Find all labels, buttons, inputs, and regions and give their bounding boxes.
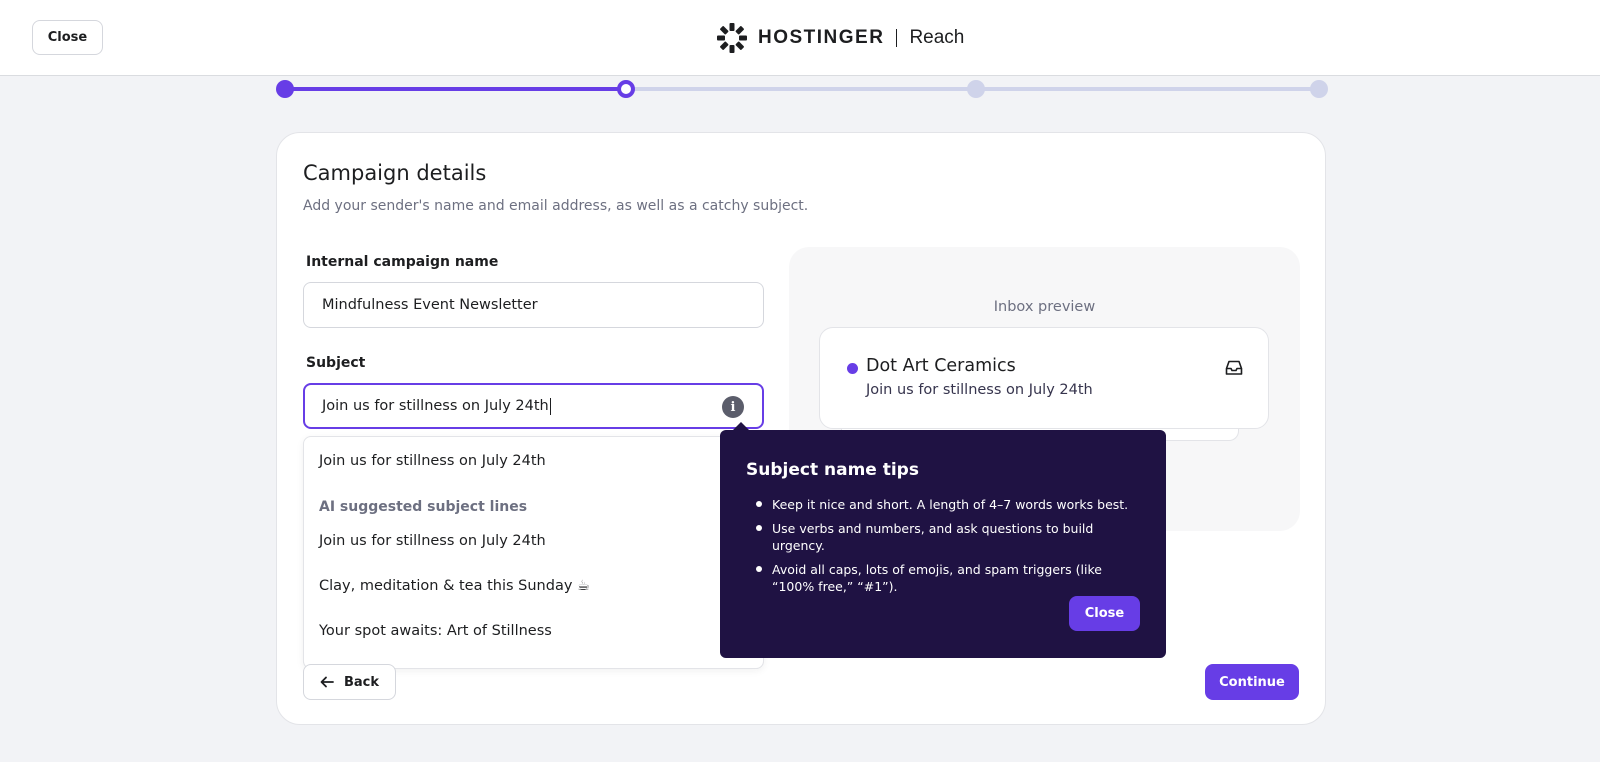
- step-4-dot: [1310, 80, 1328, 98]
- inbox-preview-label: Inbox preview: [993, 299, 1096, 315]
- tooltip-title: Subject name tips: [746, 460, 919, 480]
- tips-list: Keep it nice and short. A length of 4–7 …: [746, 496, 1142, 602]
- tip-item: Use verbs and numbers, and ask questions…: [746, 520, 1142, 554]
- step-line-2: [627, 87, 977, 91]
- brand-name: HOSTINGER: [758, 27, 885, 48]
- preview-subject: Join us for stillness on July 24th: [866, 382, 1093, 398]
- internal-name-value: Mindfulness Event Newsletter: [322, 297, 538, 313]
- info-icon[interactable]: i: [722, 396, 744, 418]
- ai-suggestions-header: AI suggested subject lines: [319, 499, 528, 515]
- subject-value: Join us for stillness on July 24th: [322, 398, 549, 414]
- subject-tips-tooltip: Subject name tips Keep it nice and short…: [720, 422, 1166, 658]
- text-caret: [549, 397, 551, 415]
- step-1-dot: [276, 80, 294, 98]
- tip-item: Keep it nice and short. A length of 4–7 …: [746, 496, 1142, 513]
- back-label: Back: [343, 674, 380, 690]
- brand-product: Reach: [909, 27, 965, 48]
- brand-divider: [896, 29, 898, 47]
- suggestion-item[interactable]: Join us for stillness on July 24th: [319, 533, 546, 549]
- step-2-dot: [617, 80, 635, 98]
- internal-name-input[interactable]: Mindfulness Event Newsletter: [303, 282, 764, 328]
- page-title: Campaign details: [303, 161, 487, 185]
- brand: HOSTINGER Reach: [716, 21, 964, 55]
- unread-dot-icon: [847, 363, 858, 374]
- subject-suggestions-dropdown: Join us for stillness on July 24th AI su…: [303, 436, 764, 669]
- page-subtitle: Add your sender's name and email address…: [303, 198, 809, 214]
- progress-stepper: [276, 78, 1328, 100]
- step-3-dot: [967, 80, 985, 98]
- tooltip-close-button[interactable]: Close: [1069, 596, 1140, 631]
- dropdown-current-subject[interactable]: Join us for stillness on July 24th: [319, 453, 546, 469]
- tip-item: Avoid all caps, lots of emojis, and spam…: [746, 561, 1142, 595]
- arrow-left-icon: [320, 676, 334, 688]
- step-line-3: [977, 87, 1319, 91]
- back-button[interactable]: Back: [303, 664, 396, 700]
- close-button[interactable]: Close: [32, 20, 103, 55]
- tooltip-arrow: [732, 422, 750, 431]
- step-line-1: [285, 87, 627, 91]
- subject-input[interactable]: Join us for stillness on July 24th i: [303, 383, 764, 429]
- internal-name-label: Internal campaign name: [306, 254, 499, 270]
- preview-sender: Dot Art Ceramics: [866, 356, 1016, 376]
- subject-label: Subject: [306, 355, 366, 371]
- continue-button[interactable]: Continue: [1205, 664, 1299, 700]
- hostinger-logo-icon: [717, 23, 747, 53]
- suggestion-item[interactable]: Clay, meditation & tea this Sunday ☕: [319, 578, 590, 594]
- preview-mail-card: Dot Art Ceramics Join us for stillness o…: [819, 327, 1269, 429]
- suggestion-item[interactable]: Your spot awaits: Art of Stillness: [319, 623, 552, 639]
- top-bar: Close HOSTINGER Reach: [0, 0, 1600, 76]
- inbox-tray-icon: [1225, 360, 1243, 375]
